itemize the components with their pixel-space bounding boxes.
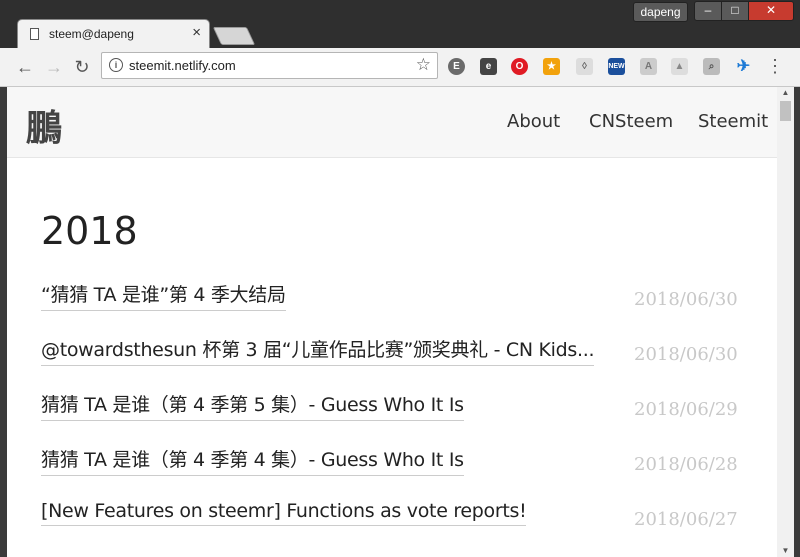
close-tab-icon[interactable]: × bbox=[192, 24, 201, 41]
post-date: 2018/06/30 bbox=[634, 344, 738, 365]
translate-icon[interactable]: e bbox=[480, 58, 497, 75]
post-date: 2018/06/28 bbox=[634, 454, 738, 475]
drive-icon[interactable]: ▲ bbox=[671, 58, 688, 75]
post-title-link[interactable]: @towardsthesun 杯第 3 届“儿童作品比赛”颁奖典礼 - CN K… bbox=[41, 335, 595, 366]
back-icon[interactable]: ← bbox=[13, 55, 37, 79]
url-text[interactable]: steemit.netlify.com bbox=[129, 58, 236, 73]
post-item: [New Features on steemr] Functions as vo… bbox=[41, 500, 761, 530]
profile-button[interactable]: dapeng bbox=[633, 2, 688, 22]
post-item: 猜猜 TA 是谁（第 4 季第 5 集）- Guess Who It Is 20… bbox=[41, 390, 761, 421]
page-icon bbox=[30, 28, 39, 40]
close-window-button[interactable]: ✕ bbox=[748, 1, 794, 21]
window-border-left bbox=[0, 87, 7, 557]
plane-icon[interactable]: ✈ bbox=[735, 58, 752, 75]
post-title-link[interactable]: [New Features on steemr] Functions as vo… bbox=[41, 500, 527, 526]
window-titlebar: steem@dapeng × dapeng – □ ✕ bbox=[0, 0, 800, 49]
minimize-button[interactable]: – bbox=[694, 1, 722, 21]
shield-icon[interactable]: ◊ bbox=[576, 58, 593, 75]
post-title-link[interactable]: 猜猜 TA 是谁（第 4 季第 5 集）- Guess Who It Is bbox=[41, 390, 464, 421]
site-logo[interactable]: 鵬 bbox=[26, 99, 62, 151]
more-menu-icon[interactable]: ⋮ bbox=[766, 57, 784, 75]
forward-icon[interactable]: → bbox=[42, 55, 66, 79]
nav-link-cnsteem[interactable]: CNSteem bbox=[589, 111, 673, 132]
browser-tab[interactable]: steem@dapeng × bbox=[17, 19, 210, 49]
pdf-icon[interactable]: A bbox=[640, 58, 657, 75]
new-tab-button[interactable] bbox=[212, 27, 256, 45]
favorite-icon[interactable]: ★ bbox=[543, 58, 560, 75]
scrollbar-thumb[interactable] bbox=[780, 101, 791, 121]
nav-link-about[interactable]: About bbox=[507, 111, 560, 132]
scroll-up-icon[interactable]: ▲ bbox=[777, 87, 794, 99]
tab-title: steem@dapeng bbox=[49, 27, 134, 41]
info-icon[interactable]: i bbox=[109, 58, 123, 72]
bookmark-star-icon[interactable]: ☆ bbox=[416, 55, 431, 75]
address-bar[interactable]: i steemit.netlify.com ☆ bbox=[101, 52, 438, 79]
site-header: 鵬 About CNSteem Steemit bbox=[7, 87, 777, 158]
vertical-scrollbar[interactable]: ▲ ▼ bbox=[777, 87, 794, 557]
post-item: 猜猜 TA 是谁（第 4 季第 4 集）- Guess Who It Is 20… bbox=[41, 445, 761, 476]
search-ext-icon[interactable]: ⌕ bbox=[703, 58, 720, 75]
post-title-link[interactable]: “猜猜 TA 是谁”第 4 季大结局 bbox=[41, 280, 286, 311]
page-viewport: 鵬 About CNSteem Steemit 2018 “猜猜 TA 是谁”第… bbox=[7, 87, 777, 557]
post-item: “猜猜 TA 是谁”第 4 季大结局 2018/06/30 bbox=[41, 280, 761, 311]
year-heading: 2018 bbox=[41, 209, 138, 253]
evernote-icon[interactable]: E bbox=[448, 58, 465, 75]
opera-icon[interactable]: O bbox=[511, 58, 528, 75]
post-date: 2018/06/30 bbox=[634, 289, 738, 310]
new-badge-icon[interactable]: NEW bbox=[608, 58, 625, 75]
post-date: 2018/06/27 bbox=[634, 509, 738, 530]
post-item: @towardsthesun 杯第 3 届“儿童作品比赛”颁奖典礼 - CN K… bbox=[41, 335, 761, 366]
post-title-link[interactable]: 猜猜 TA 是谁（第 4 季第 4 集）- Guess Who It Is bbox=[41, 445, 464, 476]
reload-icon[interactable]: ↻ bbox=[70, 55, 94, 79]
scroll-down-icon[interactable]: ▼ bbox=[777, 545, 794, 557]
window-border-right bbox=[794, 87, 800, 557]
browser-toolbar: ← → ↻ i steemit.netlify.com ☆ E e O ★ ◊ … bbox=[0, 48, 800, 87]
post-date: 2018/06/29 bbox=[634, 399, 738, 420]
nav-link-steemit[interactable]: Steemit bbox=[698, 111, 768, 132]
maximize-button[interactable]: □ bbox=[721, 1, 749, 21]
